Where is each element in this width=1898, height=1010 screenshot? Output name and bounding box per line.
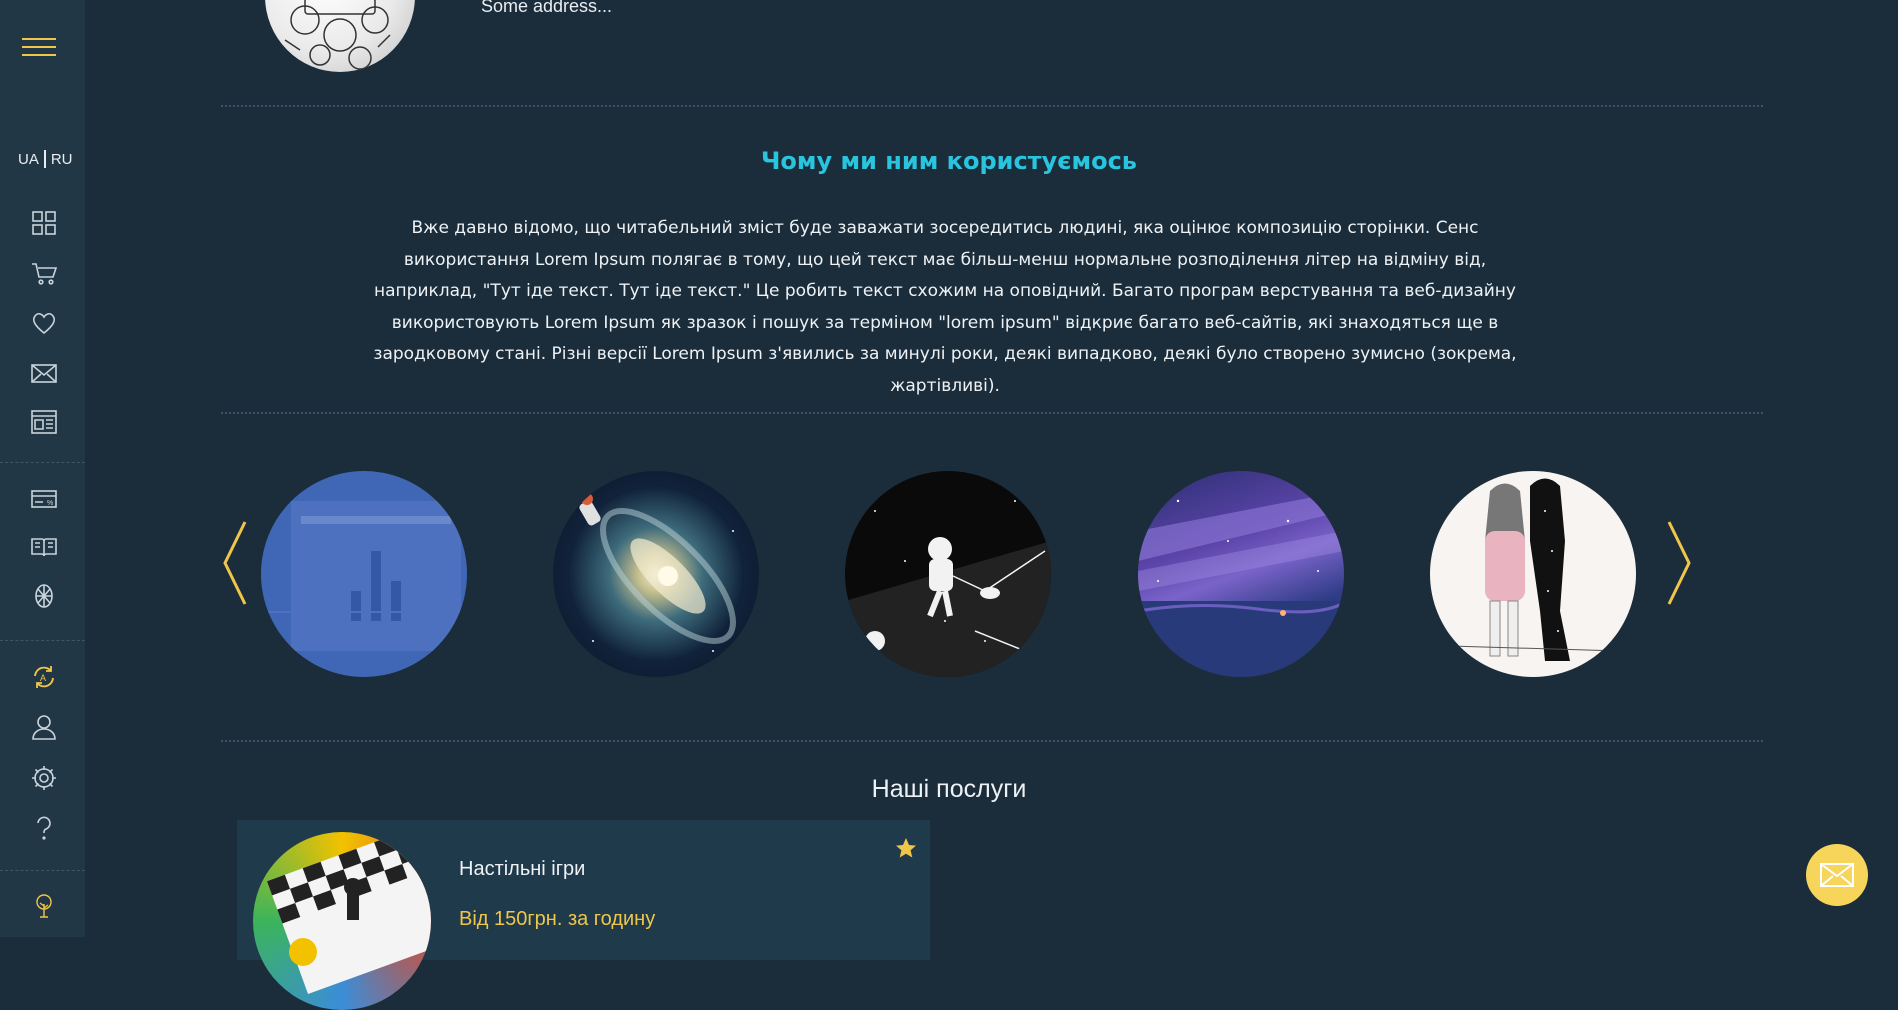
services-title: Наші послуги xyxy=(871,775,1027,803)
sidebar-divider xyxy=(0,462,85,463)
section-title: Чому ми ним користуємось xyxy=(761,147,1137,175)
main-content: Some address... Чому ми ним користуємось… xyxy=(85,0,1898,1010)
carousel-slide-astronaut-vacuum-image[interactable] xyxy=(845,471,1051,677)
chevron-right-icon xyxy=(1667,521,1691,605)
about-text: Вже давно відомо, що читабельний зміст б… xyxy=(373,218,1517,396)
layout-icon[interactable] xyxy=(29,407,59,437)
carousel-slide-galaxy-astronaut-image[interactable] xyxy=(553,471,759,677)
carousel-prev-button[interactable] xyxy=(219,518,249,608)
section-divider xyxy=(221,105,1763,107)
lang-ua[interactable]: UA xyxy=(18,151,39,168)
section-divider xyxy=(221,412,1763,414)
star-icon[interactable] xyxy=(894,836,918,860)
service-card[interactable]: Настільні ігри Від 150грн. за годину xyxy=(237,820,930,1010)
section-divider xyxy=(221,740,1763,742)
help-icon[interactable] xyxy=(29,813,59,843)
carousel-next-button[interactable] xyxy=(1665,518,1695,608)
purple-night-sky-image xyxy=(1138,491,1344,677)
settings-icon[interactable] xyxy=(29,763,59,793)
lang-separator xyxy=(43,150,46,168)
chevron-left-icon xyxy=(223,521,247,605)
profile-avatar xyxy=(265,0,415,72)
mail-icon[interactable] xyxy=(29,358,59,388)
translate-refresh-icon[interactable]: A xyxy=(29,662,59,692)
carousel-slide-girl-shadow-image[interactable] xyxy=(1430,471,1636,677)
carousel-slide-dashboard-image[interactable] xyxy=(261,471,467,677)
user-icon[interactable] xyxy=(29,712,59,742)
book-icon[interactable] xyxy=(29,532,59,562)
discount-card-icon[interactable]: % xyxy=(29,484,59,514)
profile-address: Some address... xyxy=(481,0,613,16)
carousel-slide-purple-night-sky-image[interactable] xyxy=(1138,471,1344,677)
sidebar-divider xyxy=(0,640,85,641)
cart-icon[interactable] xyxy=(29,258,59,288)
mail-icon xyxy=(1820,863,1854,887)
dashboard-image xyxy=(261,501,467,651)
board-games-image xyxy=(253,832,431,1010)
service-price: Від 150грн. за годину xyxy=(459,908,656,930)
contact-fab-button[interactable] xyxy=(1806,844,1868,906)
galaxy-astronaut-image xyxy=(572,493,736,652)
doodle-image xyxy=(284,0,391,70)
girl-shadow-image xyxy=(1449,478,1621,661)
menu-icon[interactable] xyxy=(22,36,56,60)
sidebar: UA RU % A xyxy=(0,0,86,937)
sidebar-divider xyxy=(0,870,85,871)
language-switcher: UA RU xyxy=(18,150,73,168)
svg-text:%: % xyxy=(47,500,53,507)
heart-icon[interactable] xyxy=(29,308,59,338)
svg-text:A: A xyxy=(40,673,46,683)
sport-icon[interactable] xyxy=(29,581,59,611)
service-name: Настільні ігри xyxy=(459,858,586,880)
tree-logo-icon[interactable] xyxy=(29,891,59,921)
lang-ru[interactable]: RU xyxy=(51,151,73,168)
astronaut-vacuum-image xyxy=(845,500,1051,677)
grid-icon[interactable] xyxy=(29,208,59,238)
